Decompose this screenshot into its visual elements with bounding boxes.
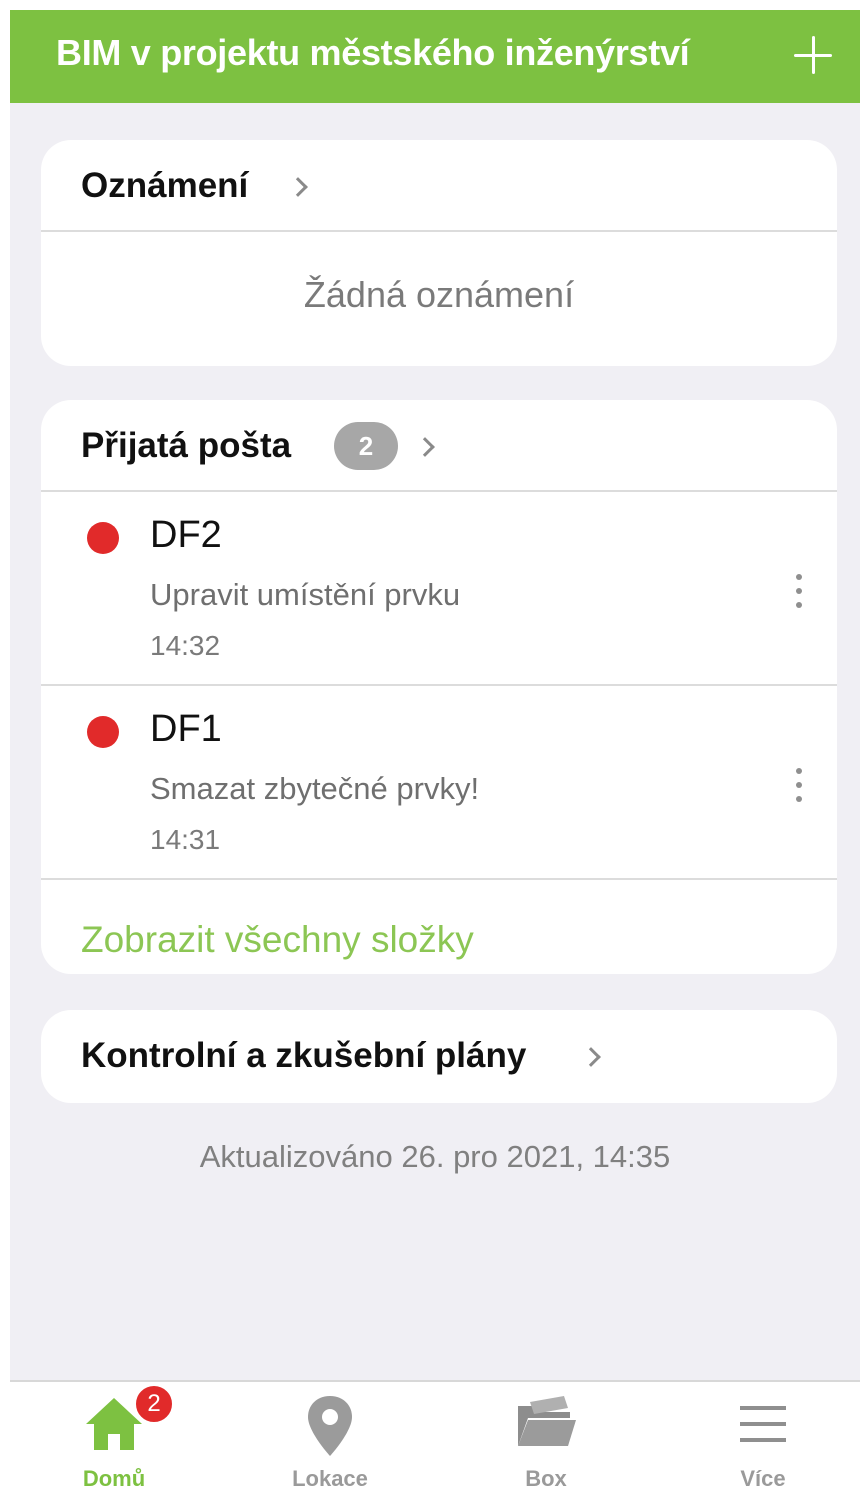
inbox-title: Přijatá pošta (81, 426, 292, 465)
show-all-folders-link[interactable]: Zobrazit všechny složky (81, 919, 474, 961)
bottom-tab-bar: 2 Domů Lokace Box Více (10, 1380, 860, 1487)
inbox-card: Přijatá pošta 2 DF2 Upravit umístění prv… (41, 400, 837, 974)
unread-dot-icon (87, 522, 119, 554)
chevron-right-icon (288, 177, 308, 197)
announcements-empty-message: Žádná oznámení (303, 274, 575, 315)
mail-sender: DF1 (150, 708, 222, 750)
map-pin-icon (308, 1396, 352, 1456)
tab-label: Box (525, 1466, 567, 1487)
tab-label: Lokace (292, 1466, 368, 1487)
inspection-plans-card[interactable]: Kontrolní a zkušební plány (41, 1010, 837, 1103)
mail-time: 14:31 (150, 824, 221, 855)
announcements-card: Oznámení Žádná oznámení (41, 140, 837, 366)
project-title: BIM v projektu městského inženýrství (56, 32, 690, 73)
more-options-icon[interactable] (793, 768, 805, 804)
announcements-title: Oznámení (81, 166, 249, 205)
last-updated-text: Aktualizováno 26. pro 2021, 14:35 (199, 1139, 671, 1174)
app-screen: BIM v projektu městského inženýrství Ozn… (10, 10, 860, 1487)
mail-time: 14:32 (150, 630, 221, 661)
folder-icon (518, 1396, 576, 1446)
mail-subject: Upravit umístění prvku (150, 577, 461, 612)
inbox-count-badge: 2 (334, 422, 398, 470)
chevron-right-icon (415, 437, 435, 457)
mail-item[interactable]: DF2 Upravit umístění prvku 14:32 (41, 492, 837, 686)
tab-home[interactable]: 2 Domů (34, 1382, 194, 1487)
home-badge: 2 (134, 1384, 174, 1424)
announcements-header[interactable]: Oznámení (41, 140, 837, 232)
tab-label: Domů (82, 1466, 146, 1487)
tab-location[interactable]: Lokace (250, 1382, 410, 1487)
mail-subject: Smazat zbytečné prvky! (150, 771, 480, 806)
unread-dot-icon (87, 716, 119, 748)
chevron-right-icon (581, 1047, 601, 1067)
tab-more[interactable]: Více (683, 1382, 843, 1487)
mail-sender: DF2 (150, 514, 222, 556)
more-options-icon[interactable] (793, 574, 805, 610)
inbox-header[interactable]: Přijatá pošta 2 (41, 400, 837, 492)
mail-item[interactable]: DF1 Smazat zbytečné prvky! 14:31 (41, 686, 837, 880)
inspection-plans-title: Kontrolní a zkušební plány (81, 1036, 527, 1075)
menu-icon (740, 1406, 786, 1442)
tab-label: Více (740, 1466, 786, 1487)
plus-icon[interactable] (792, 34, 834, 76)
tab-box[interactable]: Box (466, 1382, 626, 1487)
top-bar: BIM v projektu městského inženýrství (10, 10, 860, 103)
